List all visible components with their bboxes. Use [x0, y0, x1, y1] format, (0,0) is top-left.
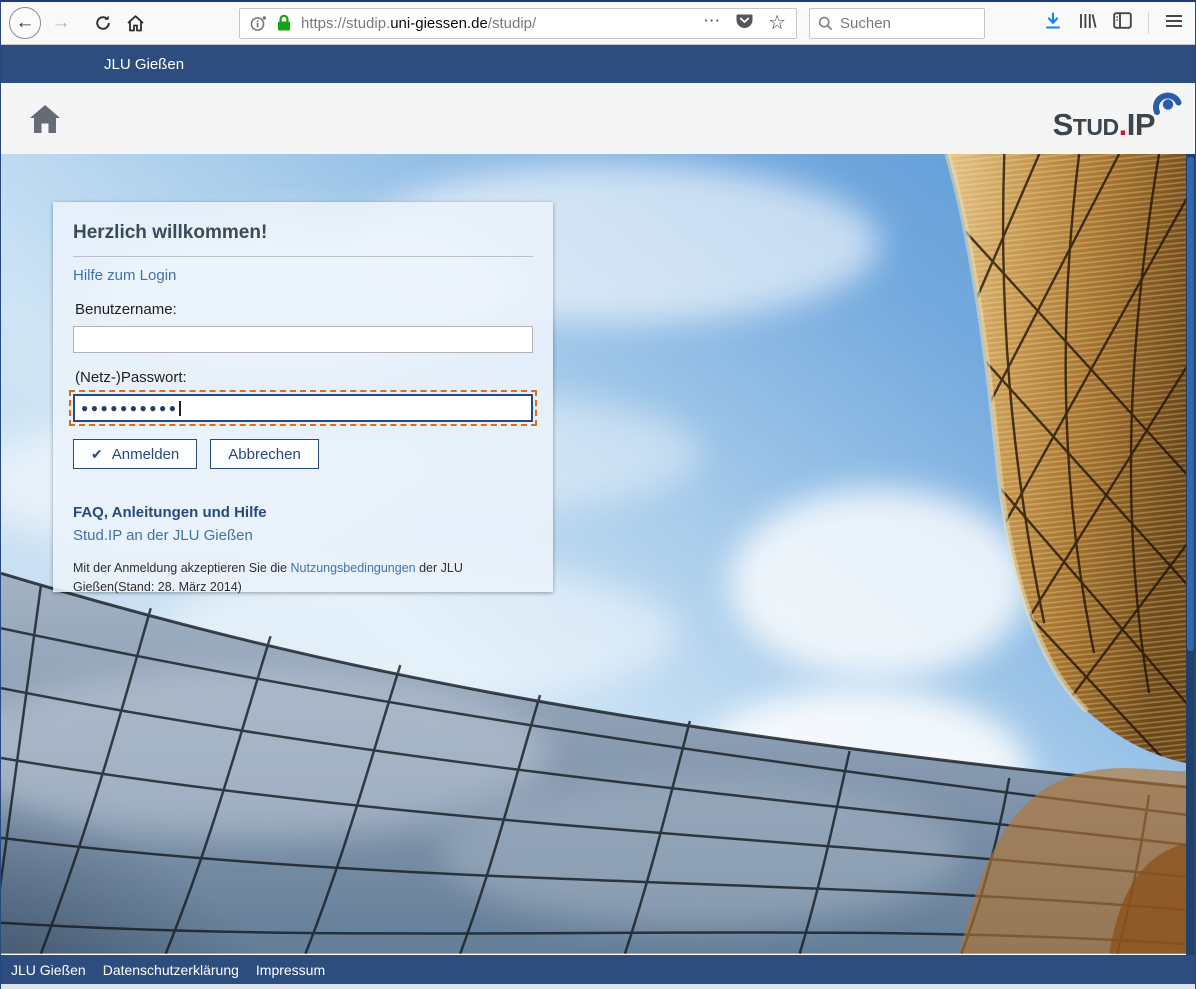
reload-icon: [94, 14, 112, 32]
reload-button[interactable]: [87, 7, 119, 39]
site-header: STUD.IP: [1, 83, 1195, 154]
menu-icon[interactable]: [1165, 14, 1183, 33]
password-input[interactable]: ●●●●●●●●●●: [73, 394, 533, 422]
browser-toolbar: ← → https://studip.uni-giessen.de/studip…: [1, 2, 1195, 45]
studip-jlu-link[interactable]: Stud.IP an der JLU Gießen: [73, 527, 533, 544]
bottom-strip: [1, 984, 1195, 989]
cancel-button[interactable]: Abbrechen: [210, 439, 319, 469]
text-cursor: [179, 401, 181, 416]
back-button[interactable]: ←: [9, 7, 41, 39]
login-help-link[interactable]: Hilfe zum Login: [73, 267, 176, 284]
lock-icon[interactable]: [276, 14, 292, 32]
top-nav-bar: JLU Gießen: [1, 45, 1195, 83]
back-icon: ←: [16, 12, 35, 34]
check-icon: ✔: [91, 446, 103, 463]
page-actions-icon[interactable]: ⋯: [703, 12, 721, 35]
site-info-icon[interactable]: [250, 15, 267, 32]
password-dots: ●●●●●●●●●●: [81, 402, 178, 414]
footer-imprint-link[interactable]: Impressum: [256, 962, 325, 978]
welcome-title: Herzlich willkommen!: [73, 222, 533, 244]
url-bar[interactable]: https://studip.uni-giessen.de/studip/ ⋯ …: [239, 8, 797, 39]
sidebar-toggle-icon[interactable]: [1113, 12, 1132, 34]
login-button[interactable]: ✔ Anmelden: [73, 439, 197, 469]
studip-logo: STUD.IP: [1053, 95, 1177, 143]
search-input[interactable]: [840, 15, 960, 32]
footer-jlu-link[interactable]: JLU Gießen: [11, 962, 86, 978]
terms-text: Mit der Anmeldung akzeptieren Sie die Nu…: [73, 559, 531, 597]
search-icon: [818, 16, 833, 31]
library-icon[interactable]: [1078, 12, 1097, 35]
button-row: ✔ Anmelden Abbrechen: [73, 439, 533, 469]
cancel-button-label: Abbrechen: [228, 446, 301, 463]
login-button-label: Anmelden: [112, 446, 180, 463]
faq-link[interactable]: FAQ, Anleitungen und Hilfe: [73, 504, 533, 521]
search-bar[interactable]: [809, 8, 985, 39]
studip-swirl-icon: [1151, 89, 1183, 121]
panel-divider: [73, 256, 533, 257]
login-panel: Herzlich willkommen! Hilfe zum Login Ben…: [53, 202, 553, 592]
footer-privacy-link[interactable]: Datenschutzerklärung: [103, 962, 239, 978]
studip-home-icon[interactable]: [27, 102, 63, 136]
scrollbar[interactable]: [1186, 154, 1195, 955]
toolbar-separator: [1148, 12, 1149, 34]
forward-icon: →: [52, 12, 71, 34]
logo-text: S: [1053, 107, 1073, 142]
pocket-icon[interactable]: [735, 11, 754, 35]
footer: JLU Gießen Datenschutzerklärung Impressu…: [1, 955, 1195, 984]
password-label: (Netz-)Passwort:: [75, 369, 533, 386]
home-button[interactable]: [119, 7, 151, 39]
terms-link[interactable]: Nutzungsbedingungen: [291, 561, 416, 575]
browser-window: ← → https://studip.uni-giessen.de/studip…: [0, 0, 1196, 989]
page-content: Herzlich willkommen! Hilfe zum Login Ben…: [1, 154, 1195, 955]
url-text: https://studip.uni-giessen.de/studip/: [301, 15, 695, 32]
nav-jlu-link[interactable]: JLU Gießen: [104, 56, 184, 73]
downloads-icon[interactable]: [1044, 12, 1062, 35]
home-icon: [126, 14, 145, 33]
forward-button[interactable]: →: [45, 7, 77, 39]
username-label: Benutzername:: [75, 301, 533, 318]
bookmark-star-icon[interactable]: ☆: [768, 13, 786, 33]
username-input[interactable]: [73, 326, 533, 353]
scrollbar-thumb[interactable]: [1187, 157, 1194, 651]
